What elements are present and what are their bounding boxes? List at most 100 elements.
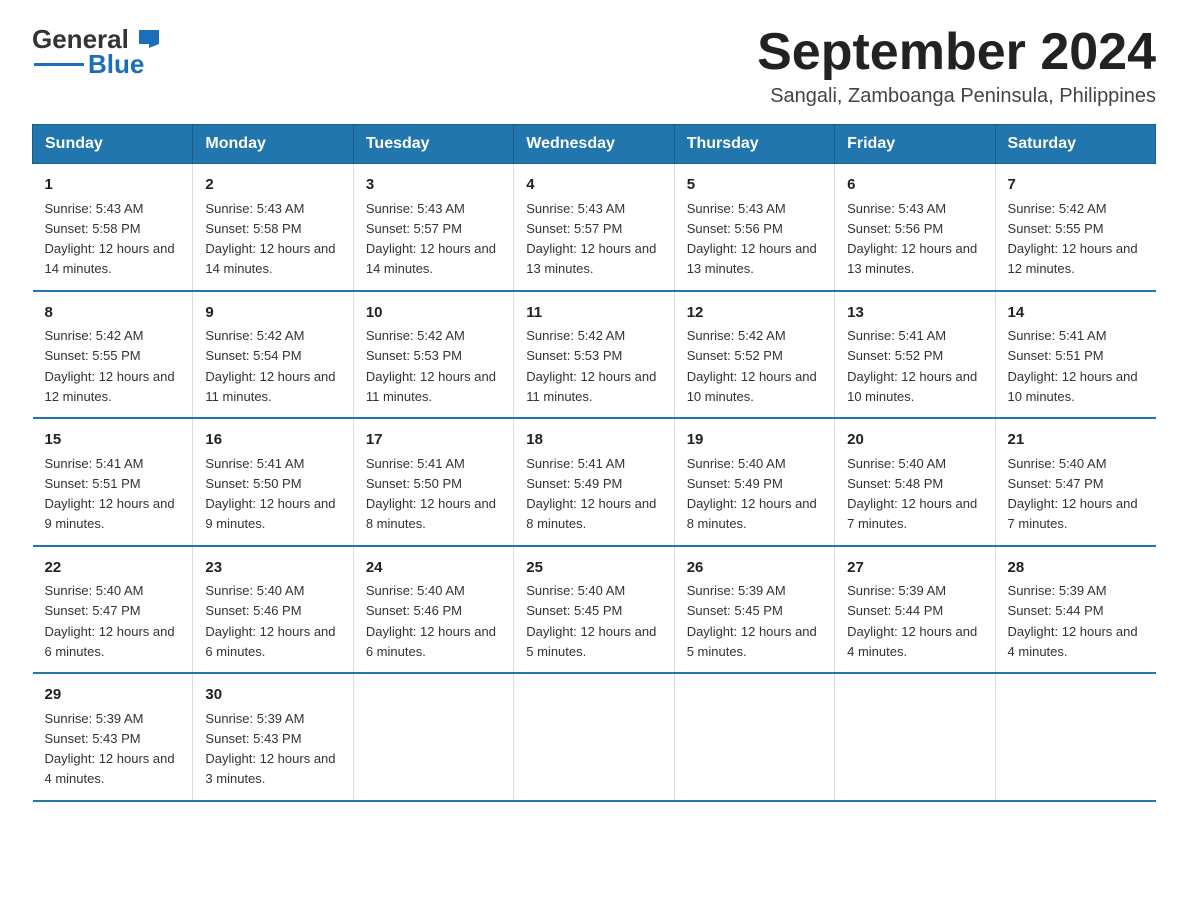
day-info: Sunrise: 5:41 AMSunset: 5:50 PMDaylight:… bbox=[366, 456, 496, 532]
day-info: Sunrise: 5:43 AMSunset: 5:57 PMDaylight:… bbox=[526, 201, 656, 277]
calendar-cell: 11Sunrise: 5:42 AMSunset: 5:53 PMDayligh… bbox=[514, 291, 674, 419]
calendar-cell bbox=[995, 673, 1155, 801]
day-info: Sunrise: 5:40 AMSunset: 5:48 PMDaylight:… bbox=[847, 456, 977, 532]
header-saturday: Saturday bbox=[995, 125, 1155, 164]
calendar-cell bbox=[835, 673, 995, 801]
calendar-cell bbox=[674, 673, 834, 801]
calendar-cell: 5 Sunrise: 5:43 AMSunset: 5:56 PMDaylight… bbox=[674, 164, 834, 291]
day-number: 30 bbox=[205, 684, 340, 707]
day-info: Sunrise: 5:42 AMSunset: 5:55 PMDaylight:… bbox=[1008, 201, 1138, 277]
header-wednesday: Wednesday bbox=[514, 125, 674, 164]
day-number: 12 bbox=[687, 302, 822, 325]
day-number: 17 bbox=[366, 429, 501, 452]
day-info: Sunrise: 5:41 AMSunset: 5:50 PMDaylight:… bbox=[205, 456, 335, 532]
day-number: 25 bbox=[526, 557, 661, 580]
calendar-week-row: 1 Sunrise: 5:43 AMSunset: 5:58 PMDaylight… bbox=[33, 164, 1156, 291]
day-info: Sunrise: 5:40 AMSunset: 5:47 PMDaylight:… bbox=[1008, 456, 1138, 532]
calendar-cell: 23 Sunrise: 5:40 AMSunset: 5:46 PMDayligh… bbox=[193, 546, 353, 674]
day-number: 4 bbox=[526, 174, 661, 197]
calendar-cell bbox=[353, 673, 513, 801]
day-number: 24 bbox=[366, 557, 501, 580]
day-number: 23 bbox=[205, 557, 340, 580]
calendar-cell: 12Sunrise: 5:42 AMSunset: 5:52 PMDayligh… bbox=[674, 291, 834, 419]
calendar-cell: 16 Sunrise: 5:41 AMSunset: 5:50 PMDayligh… bbox=[193, 418, 353, 546]
day-info: Sunrise: 5:41 AMSunset: 5:49 PMDaylight:… bbox=[526, 456, 656, 532]
calendar-cell: 27 Sunrise: 5:39 AMSunset: 5:44 PMDayligh… bbox=[835, 546, 995, 674]
day-number: 16 bbox=[205, 429, 340, 452]
header-monday: Monday bbox=[193, 125, 353, 164]
day-info: Sunrise: 5:40 AMSunset: 5:49 PMDaylight:… bbox=[687, 456, 817, 532]
calendar-week-row: 8Sunrise: 5:42 AMSunset: 5:55 PMDaylight… bbox=[33, 291, 1156, 419]
calendar-cell: 22 Sunrise: 5:40 AMSunset: 5:47 PMDayligh… bbox=[33, 546, 193, 674]
day-info: Sunrise: 5:39 AMSunset: 5:44 PMDaylight:… bbox=[847, 583, 977, 659]
calendar-cell: 14Sunrise: 5:41 AMSunset: 5:51 PMDayligh… bbox=[995, 291, 1155, 419]
page-header: General Blue September 2024 Sangali, Zam… bbox=[32, 24, 1156, 108]
header-thursday: Thursday bbox=[674, 125, 834, 164]
day-info: Sunrise: 5:39 AMSunset: 5:43 PMDaylight:… bbox=[45, 711, 175, 787]
day-info: Sunrise: 5:41 AMSunset: 5:51 PMDaylight:… bbox=[45, 456, 175, 532]
calendar-cell: 1 Sunrise: 5:43 AMSunset: 5:58 PMDaylight… bbox=[33, 164, 193, 291]
calendar-cell: 26 Sunrise: 5:39 AMSunset: 5:45 PMDayligh… bbox=[674, 546, 834, 674]
day-info: Sunrise: 5:40 AMSunset: 5:45 PMDaylight:… bbox=[526, 583, 656, 659]
calendar-cell: 13 Sunrise: 5:41 AMSunset: 5:52 PMDayligh… bbox=[835, 291, 995, 419]
title-block: September 2024 Sangali, Zamboanga Penins… bbox=[757, 24, 1156, 108]
day-number: 21 bbox=[1008, 429, 1144, 452]
header-tuesday: Tuesday bbox=[353, 125, 513, 164]
day-info: Sunrise: 5:39 AMSunset: 5:44 PMDaylight:… bbox=[1008, 583, 1138, 659]
calendar-cell: 29 Sunrise: 5:39 AMSunset: 5:43 PMDayligh… bbox=[33, 673, 193, 801]
day-number: 1 bbox=[45, 174, 181, 197]
calendar-cell: 2 Sunrise: 5:43 AMSunset: 5:58 PMDaylight… bbox=[193, 164, 353, 291]
day-info: Sunrise: 5:40 AMSunset: 5:46 PMDaylight:… bbox=[205, 583, 335, 659]
day-number: 22 bbox=[45, 557, 181, 580]
calendar-cell: 20 Sunrise: 5:40 AMSunset: 5:48 PMDayligh… bbox=[835, 418, 995, 546]
day-number: 20 bbox=[847, 429, 982, 452]
day-number: 10 bbox=[366, 302, 501, 325]
day-number: 13 bbox=[847, 302, 982, 325]
calendar-cell: 4 Sunrise: 5:43 AMSunset: 5:57 PMDaylight… bbox=[514, 164, 674, 291]
day-info: Sunrise: 5:42 AMSunset: 5:55 PMDaylight:… bbox=[45, 328, 175, 404]
day-info: Sunrise: 5:43 AMSunset: 5:57 PMDaylight:… bbox=[366, 201, 496, 277]
calendar-week-row: 15 Sunrise: 5:41 AMSunset: 5:51 PMDayligh… bbox=[33, 418, 1156, 546]
calendar-header-row: SundayMondayTuesdayWednesdayThursdayFrid… bbox=[33, 125, 1156, 164]
day-number: 26 bbox=[687, 557, 822, 580]
calendar-cell: 21 Sunrise: 5:40 AMSunset: 5:47 PMDayligh… bbox=[995, 418, 1155, 546]
day-number: 18 bbox=[526, 429, 661, 452]
calendar-cell: 10 Sunrise: 5:42 AMSunset: 5:53 PMDayligh… bbox=[353, 291, 513, 419]
day-number: 3 bbox=[366, 174, 501, 197]
calendar-cell: 6Sunrise: 5:43 AMSunset: 5:56 PMDaylight… bbox=[835, 164, 995, 291]
calendar-cell: 28 Sunrise: 5:39 AMSunset: 5:44 PMDayligh… bbox=[995, 546, 1155, 674]
calendar-table: SundayMondayTuesdayWednesdayThursdayFrid… bbox=[32, 124, 1156, 802]
calendar-cell: 15 Sunrise: 5:41 AMSunset: 5:51 PMDayligh… bbox=[33, 418, 193, 546]
calendar-cell: 24Sunrise: 5:40 AMSunset: 5:46 PMDayligh… bbox=[353, 546, 513, 674]
calendar-cell bbox=[514, 673, 674, 801]
calendar-cell: 18 Sunrise: 5:41 AMSunset: 5:49 PMDayligh… bbox=[514, 418, 674, 546]
day-info: Sunrise: 5:43 AMSunset: 5:56 PMDaylight:… bbox=[687, 201, 817, 277]
day-info: Sunrise: 5:42 AMSunset: 5:53 PMDaylight:… bbox=[366, 328, 496, 404]
calendar-title: September 2024 bbox=[757, 24, 1156, 81]
logo: General Blue bbox=[32, 24, 163, 80]
day-number: 29 bbox=[45, 684, 181, 707]
day-info: Sunrise: 5:41 AMSunset: 5:52 PMDaylight:… bbox=[847, 328, 977, 404]
day-number: 28 bbox=[1008, 557, 1144, 580]
day-info: Sunrise: 5:42 AMSunset: 5:53 PMDaylight:… bbox=[526, 328, 656, 404]
calendar-week-row: 29 Sunrise: 5:39 AMSunset: 5:43 PMDayligh… bbox=[33, 673, 1156, 801]
day-info: Sunrise: 5:43 AMSunset: 5:56 PMDaylight:… bbox=[847, 201, 977, 277]
calendar-cell: 17 Sunrise: 5:41 AMSunset: 5:50 PMDayligh… bbox=[353, 418, 513, 546]
day-number: 7 bbox=[1008, 174, 1144, 197]
day-number: 5 bbox=[687, 174, 822, 197]
calendar-cell: 8Sunrise: 5:42 AMSunset: 5:55 PMDaylight… bbox=[33, 291, 193, 419]
day-number: 27 bbox=[847, 557, 982, 580]
day-number: 15 bbox=[45, 429, 181, 452]
day-info: Sunrise: 5:40 AMSunset: 5:47 PMDaylight:… bbox=[45, 583, 175, 659]
day-number: 2 bbox=[205, 174, 340, 197]
header-friday: Friday bbox=[835, 125, 995, 164]
calendar-week-row: 22 Sunrise: 5:40 AMSunset: 5:47 PMDayligh… bbox=[33, 546, 1156, 674]
day-info: Sunrise: 5:43 AMSunset: 5:58 PMDaylight:… bbox=[45, 201, 175, 277]
day-info: Sunrise: 5:39 AMSunset: 5:45 PMDaylight:… bbox=[687, 583, 817, 659]
day-number: 14 bbox=[1008, 302, 1144, 325]
day-info: Sunrise: 5:43 AMSunset: 5:58 PMDaylight:… bbox=[205, 201, 335, 277]
calendar-cell: 9Sunrise: 5:42 AMSunset: 5:54 PMDaylight… bbox=[193, 291, 353, 419]
day-number: 19 bbox=[687, 429, 822, 452]
day-info: Sunrise: 5:42 AMSunset: 5:54 PMDaylight:… bbox=[205, 328, 335, 404]
logo-blue-text: Blue bbox=[88, 49, 144, 80]
